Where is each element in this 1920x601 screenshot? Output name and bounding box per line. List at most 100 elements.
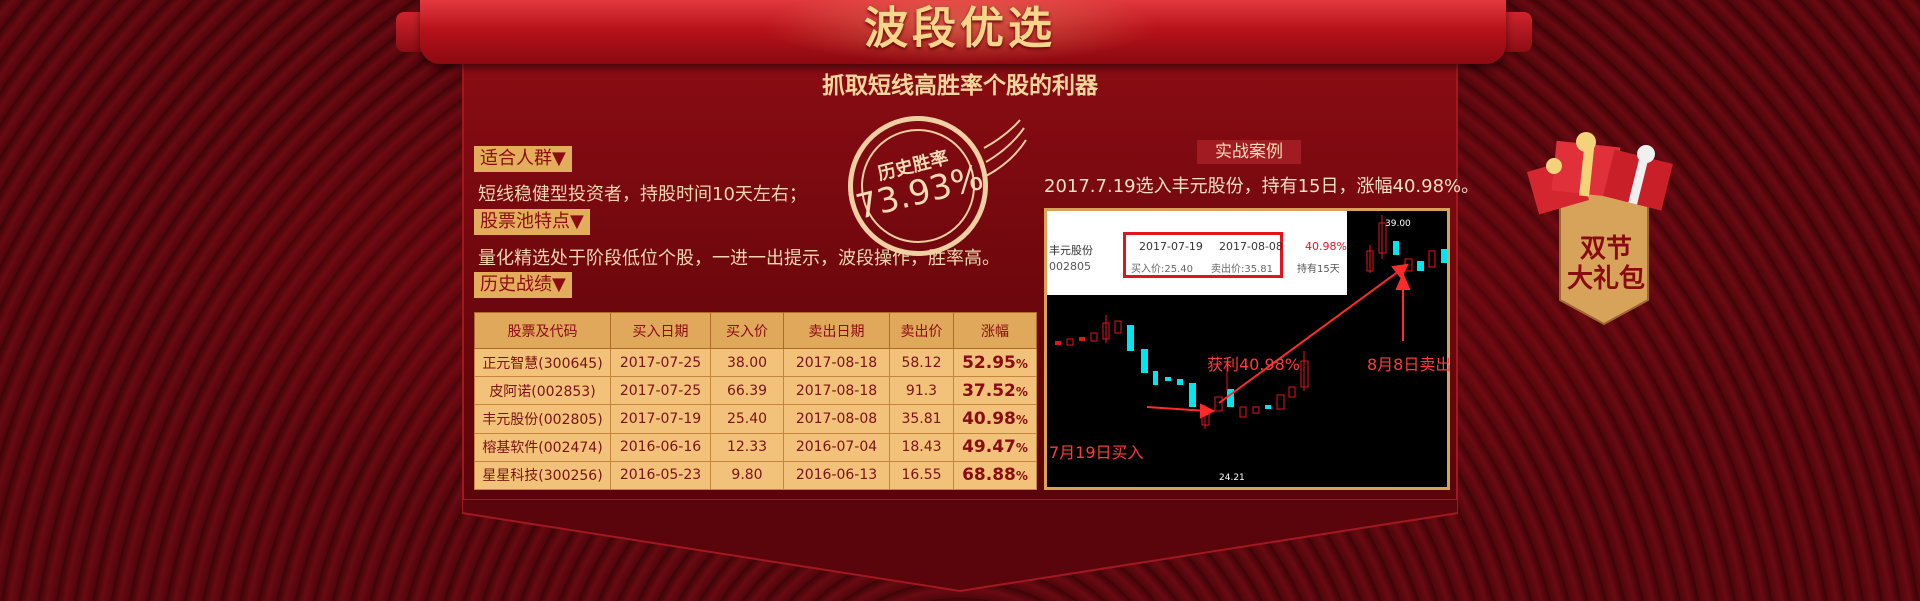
cell-sell-price: 35.81 bbox=[889, 404, 954, 434]
candle bbox=[1177, 379, 1183, 385]
header-buy-date: 买入日期 bbox=[610, 312, 711, 349]
page-subtitle: 抓取短线高胜率个股的利器 bbox=[822, 73, 1098, 99]
table-row: 榕基软件(002474) 2016-06-16 12.33 2016-07-04… bbox=[474, 432, 1037, 462]
cell-sell-date: 2017-08-18 bbox=[783, 347, 890, 378]
change-value: 52.95 bbox=[962, 352, 1016, 373]
cell-change: 37.52% bbox=[953, 376, 1037, 406]
hold-days: 持有15天 bbox=[1297, 264, 1340, 275]
candle bbox=[1428, 250, 1436, 268]
low-price-label: 24.21 bbox=[1219, 473, 1245, 483]
candle bbox=[1079, 337, 1085, 341]
candle bbox=[1114, 320, 1122, 334]
candle bbox=[1441, 249, 1447, 263]
header-stock: 股票及代码 bbox=[474, 312, 611, 349]
cell-change: 49.47% bbox=[953, 432, 1037, 462]
cell-buy-date: 2016-05-23 bbox=[610, 460, 711, 491]
header-change: 涨幅 bbox=[953, 312, 1037, 349]
candle bbox=[1239, 406, 1247, 418]
percent-sign: % bbox=[1015, 469, 1028, 484]
percent-sign: % bbox=[1015, 441, 1028, 456]
pool-feature-tag[interactable]: 股票池特点▼ bbox=[474, 209, 590, 235]
change-value: 49.47 bbox=[962, 437, 1016, 458]
candle bbox=[1214, 396, 1223, 412]
high-price-label: 39.00 bbox=[1385, 219, 1411, 229]
audience-tag[interactable]: 适合人群▼ bbox=[474, 146, 572, 172]
percent-sign: % bbox=[1015, 384, 1028, 399]
cell-buy-price: 12.33 bbox=[710, 432, 784, 462]
candle bbox=[1265, 405, 1271, 409]
candle bbox=[1393, 241, 1399, 255]
cell-stock: 皮阿诺(002853) bbox=[474, 376, 611, 406]
cell-change: 40.98% bbox=[953, 404, 1037, 434]
gift-label-line2: 大礼包 bbox=[1566, 264, 1645, 294]
stock-name: 丰元股份 bbox=[1049, 244, 1093, 257]
stock-code: 002805 bbox=[1049, 260, 1091, 273]
history-record-tag[interactable]: 历史战绩▼ bbox=[474, 272, 572, 298]
candle bbox=[1288, 386, 1296, 398]
cell-sell-date: 2017-08-08 bbox=[783, 404, 890, 434]
audience-text: 短线稳健型投资者，持股时间10天左右； bbox=[478, 184, 807, 205]
buy-date: 2017-07-19 bbox=[1139, 240, 1203, 253]
stamp-postmark-lines bbox=[983, 119, 1027, 177]
cell-buy-price: 25.40 bbox=[710, 404, 784, 434]
candle bbox=[1066, 338, 1074, 346]
candle bbox=[1165, 377, 1171, 381]
cell-stock: 榕基软件(002474) bbox=[474, 432, 611, 462]
cell-buy-date: 2016-06-16 bbox=[610, 432, 711, 462]
header-sell-price: 卖出价 bbox=[889, 312, 954, 349]
case-kline-chart: 丰元股份 002805 2017-07-19 2017-08-08 买入价:25… bbox=[1044, 208, 1452, 490]
cell-buy-date: 2017-07-25 bbox=[610, 376, 711, 406]
table-row: 星星科技(300256) 2016-05-23 9.80 2016-06-13 … bbox=[474, 460, 1037, 491]
cell-sell-price: 91.3 bbox=[889, 376, 954, 406]
gift-pack-icon[interactable] bbox=[1524, 128, 1684, 328]
change-value: 40.98 bbox=[962, 408, 1016, 429]
cell-sell-price: 18.43 bbox=[889, 432, 954, 462]
cell-buy-date: 2017-07-25 bbox=[610, 347, 711, 378]
case-study-tag[interactable]: 实战案例 bbox=[1197, 140, 1301, 164]
candle bbox=[1055, 341, 1061, 345]
cell-sell-date: 2016-07-04 bbox=[783, 432, 890, 462]
candle bbox=[1153, 371, 1158, 385]
cell-sell-price: 58.12 bbox=[889, 347, 954, 378]
history-table: 股票及代码 买入日期 买入价 卖出日期 卖出价 涨幅 正元智慧(300645) … bbox=[474, 312, 1037, 491]
profit-annotation: 获利40.98% bbox=[1207, 355, 1301, 374]
header-sell-date: 卖出日期 bbox=[783, 312, 890, 349]
cell-stock: 正元智慧(300645) bbox=[474, 347, 611, 378]
cell-stock: 丰元股份(002805) bbox=[474, 404, 611, 434]
table-row: 皮阿诺(002853) 2017-07-25 66.39 2017-08-18 … bbox=[474, 376, 1037, 406]
candle bbox=[1189, 383, 1196, 407]
cell-sell-date: 2017-08-18 bbox=[783, 376, 890, 406]
cell-sell-date: 2016-06-13 bbox=[783, 460, 890, 491]
trade-change: 40.98% bbox=[1305, 240, 1347, 253]
candle bbox=[1252, 406, 1260, 414]
sell-annotation: 8月8日卖出 bbox=[1367, 355, 1452, 374]
case-study-text: 2017.7.19选入丰元股份，持有15日，涨幅40.98%。 bbox=[1044, 176, 1480, 197]
candle bbox=[1141, 349, 1148, 373]
buy-annotation: 7月19日买入 bbox=[1049, 443, 1144, 462]
trade-info-box: 丰元股份 002805 2017-07-19 2017-08-08 买入价:25… bbox=[1047, 211, 1347, 295]
candle bbox=[1417, 261, 1424, 271]
header-buy-price: 买入价 bbox=[710, 312, 784, 349]
candle bbox=[1127, 325, 1134, 351]
gift-pack-label[interactable]: 双节 大礼包 bbox=[1552, 234, 1660, 294]
percent-sign: % bbox=[1015, 412, 1028, 427]
candle bbox=[1276, 394, 1285, 410]
cell-change: 52.95% bbox=[953, 347, 1037, 378]
sell-price: 卖出价:35.81 bbox=[1211, 264, 1273, 275]
buy-price: 买入价:25.40 bbox=[1131, 264, 1193, 275]
percent-sign: % bbox=[1015, 356, 1028, 371]
cell-buy-price: 38.00 bbox=[710, 347, 784, 378]
cell-buy-price: 66.39 bbox=[710, 376, 784, 406]
cell-buy-price: 9.80 bbox=[710, 460, 784, 491]
candle bbox=[1090, 332, 1098, 342]
page-title: 波段优选 bbox=[864, 3, 1056, 54]
table-row: 正元智慧(300645) 2017-07-25 38.00 2017-08-18… bbox=[474, 347, 1037, 378]
cell-sell-price: 16.55 bbox=[889, 460, 954, 491]
change-value: 37.52 bbox=[962, 380, 1016, 401]
sell-date: 2017-08-08 bbox=[1219, 240, 1283, 253]
table-row: 丰元股份(002805) 2017-07-19 25.40 2017-08-08… bbox=[474, 404, 1037, 434]
cell-stock: 星星科技(300256) bbox=[474, 460, 611, 491]
gift-label-line1: 双节 bbox=[1579, 234, 1632, 264]
change-value: 68.88 bbox=[962, 465, 1016, 486]
cell-change: 68.88% bbox=[953, 460, 1037, 491]
